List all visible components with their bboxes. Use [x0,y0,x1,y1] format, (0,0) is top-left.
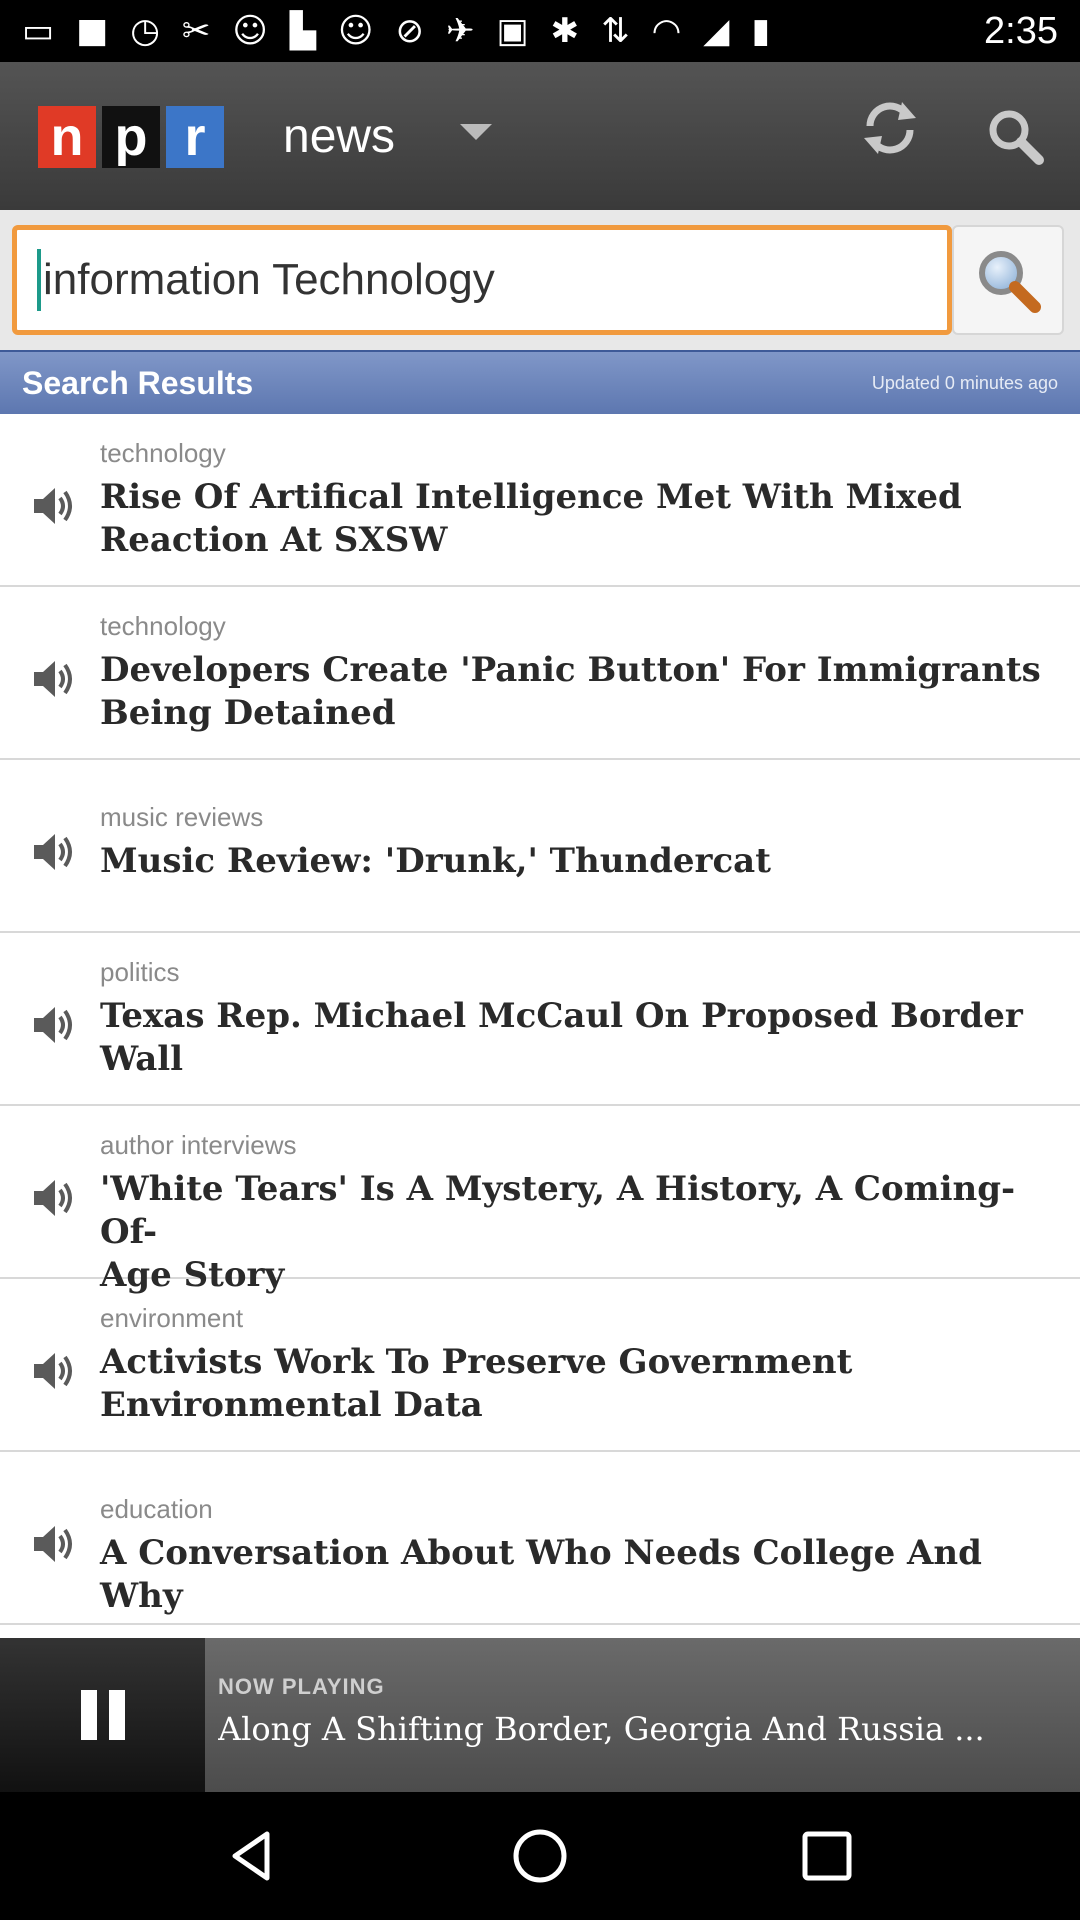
story-item[interactable]: music reviews Music Review: 'Drunk,' Thu… [0,760,1080,933]
refresh-icon[interactable] [858,96,922,160]
status-bar: ▭ ■ ◷ ✂ ☺ ▙ ☺ ⊘ ✈ ▣ ✱ ⇅ ◠ ◢ ▮ 2:35 [0,0,1080,62]
wrench-icon: ✂ [181,11,211,51]
lock-icon: ▣ [496,11,529,51]
story-item[interactable]: author interviews 'White Tears' Is A Mys… [0,1106,1080,1295]
text-cursor [37,249,41,311]
story-category: politics [100,957,180,987]
results-header: Search Results Updated 0 minutes ago [0,350,1080,414]
back-icon[interactable] [221,1824,285,1888]
smiley-icon: ☺ [232,11,268,51]
story-category: technology [100,611,226,641]
story-headline[interactable]: Developers Create 'Panic Button' For Imm… [100,649,1060,735]
pause-icon [80,1690,97,1740]
speaker-icon[interactable] [30,484,78,528]
now-playing-bar[interactable]: NOW PLAYING Along A Shifting Border, Geo… [0,1638,1080,1792]
logo-letter-n: n [38,106,96,168]
story-item[interactable]: technology Developers Create 'Panic Butt… [0,587,1080,760]
smiley-icon: ☺ [338,11,374,51]
status-icons: ▭ ■ ◷ ✂ ☺ ▙ ☺ ⊘ ✈ ▣ ✱ ⇅ ◠ ◢ ▮ [22,14,984,48]
pause-icon [108,1690,125,1740]
now-playing-label: NOW PLAYING [218,1674,385,1699]
story-category: education [100,1494,213,1524]
timer-icon: ◷ [130,11,160,51]
search-input[interactable]: information Technology [12,225,952,335]
story-category: author interviews [100,1130,297,1160]
headline-line: 'White Tears' Is A Mystery, A History, A… [100,1169,1016,1252]
speaker-icon[interactable] [30,1522,78,1566]
status-time: 2:35 [984,9,1058,52]
search-icon[interactable] [985,106,1045,166]
story-headline[interactable]: Texas Rep. Michael McCaul On Proposed Bo… [100,995,1060,1081]
square-icon: ■ [76,11,109,51]
speaker-icon[interactable] [30,830,78,874]
message-icon: ▭ [22,11,55,51]
story-item[interactable]: politics Texas Rep. Michael McCaul On Pr… [0,933,1080,1106]
story-item[interactable]: education A Conversation About Who Needs… [0,1452,1080,1625]
now-playing-title[interactable]: Along A Shifting Border, Georgia And Rus… [218,1710,1068,1748]
flipboard-icon: ▙ [289,11,317,51]
story-category: technology [100,438,226,468]
speaker-icon[interactable] [30,1349,78,1393]
home-icon[interactable] [508,1824,572,1888]
logo-letter-p: p [102,106,160,168]
results-list: technology Rise Of Artifical Intelligenc… [0,414,1080,1638]
pause-button[interactable] [0,1638,205,1792]
headline-line: Reaction At SXSW [100,520,448,560]
story-headline[interactable]: A Conversation About Who Needs College A… [100,1532,1060,1618]
speaker-icon[interactable] [30,657,78,701]
headline-line: Rise Of Artifical Intelligence Met With … [100,477,962,517]
story-headline[interactable]: Rise Of Artifical Intelligence Met With … [100,476,1060,562]
story-headline[interactable]: Music Review: 'Drunk,' Thundercat [100,840,1060,883]
speaker-icon[interactable] [30,1003,78,1047]
search-input-value: information Technology [43,255,495,304]
search-bar: information Technology [0,210,1080,350]
story-headline[interactable]: Activists Work To Preserve Government En… [100,1341,1060,1427]
headline-line: Music Review: 'Drunk,' Thundercat [100,841,771,881]
headline-line: Environmental Data [100,1385,483,1425]
alarm-icon: ⊘ [395,11,424,51]
story-item[interactable]: technology Rise Of Artifical Intelligenc… [0,414,1080,587]
system-nav-bar [0,1792,1080,1920]
npr-logo[interactable]: n p r [38,106,224,168]
wifi-icon: ◠ [651,11,682,51]
headline-line: Developers Create 'Panic Button' For Imm… [100,650,1041,690]
recents-icon[interactable] [795,1824,859,1888]
search-submit-button[interactable] [952,225,1064,335]
story-item[interactable]: environment Activists Work To Preserve G… [0,1279,1080,1452]
magnifier-icon [979,251,1041,313]
battery-icon: ▮ [751,11,771,51]
data-icon: ⇅ [601,11,630,51]
signal-icon: ◢ [703,11,730,51]
chevron-down-icon[interactable] [460,124,492,140]
story-headline[interactable]: 'White Tears' Is A Mystery, A History, A… [100,1168,1060,1297]
headline-line: Activists Work To Preserve Government [100,1342,853,1382]
speaker-icon[interactable] [30,1176,78,1220]
story-category: music reviews [100,802,264,832]
updated-timestamp: Updated 0 minutes ago [871,372,1058,393]
results-title: Search Results [22,364,254,401]
logo-letter-r: r [166,106,224,168]
section-selector[interactable]: news [283,106,395,168]
headline-line: Being Detained [100,693,396,733]
fake-gps-icon: ✈ [445,11,475,51]
headline-line: Texas Rep. Michael McCaul On Proposed Bo… [100,996,1023,1036]
story-category: environment [100,1303,244,1333]
bluetooth-icon: ✱ [550,11,580,51]
headline-line: Wall [100,1039,184,1079]
headline-line: A Conversation About Who Needs College A… [100,1533,982,1616]
